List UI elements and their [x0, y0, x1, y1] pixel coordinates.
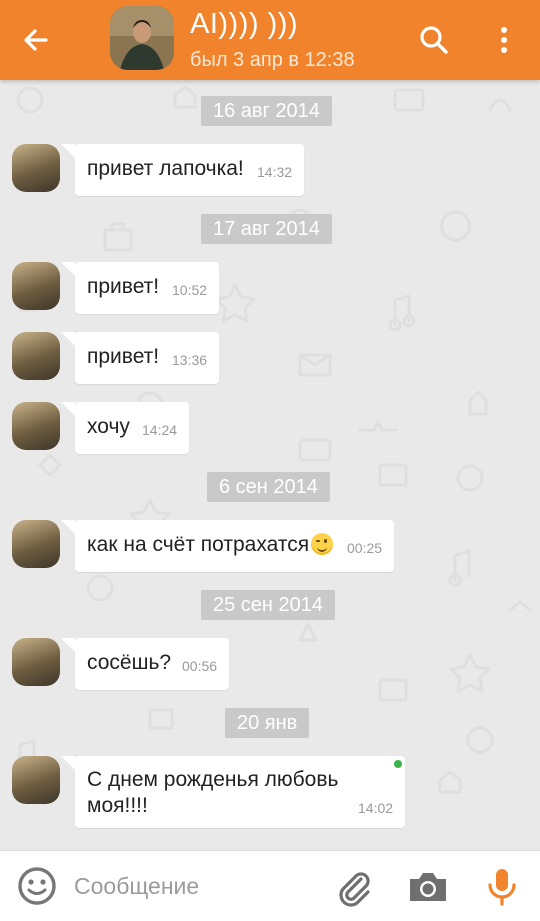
- attach-button[interactable]: [334, 867, 374, 907]
- contact-last-seen: был 3 апр в 12:38: [190, 49, 355, 71]
- microphone-icon: [488, 869, 516, 906]
- message-list[interactable]: 16 авг 2014 привет лапочка! 14:32 17 авг…: [0, 80, 540, 850]
- search-button[interactable]: [412, 18, 456, 62]
- message-avatar[interactable]: [12, 332, 60, 380]
- message-time: 10:52: [172, 282, 208, 298]
- online-indicator: [394, 760, 402, 768]
- message-text: привет лапочка!: [87, 157, 244, 180]
- contact-avatar[interactable]: [110, 6, 174, 70]
- message-text-wrap: как на счёт потрахатся: [87, 533, 334, 557]
- more-options-button[interactable]: [482, 18, 526, 62]
- message-text: моя!!!!: [87, 794, 148, 817]
- message-avatar[interactable]: [12, 520, 60, 568]
- message-time: 00:25: [347, 540, 383, 556]
- message-text: С днем рожденья любовь: [87, 768, 339, 791]
- winking-face-emoji: [311, 533, 334, 555]
- message-bubble[interactable]: привет! 13:36: [61, 332, 219, 384]
- message-avatar[interactable]: [12, 638, 60, 686]
- emoji-button[interactable]: [16, 865, 58, 907]
- message-text: сосёшь?: [87, 651, 172, 674]
- search-icon: [420, 26, 448, 54]
- camera-icon: [410, 873, 446, 901]
- message-bubble[interactable]: С днем рожденья любовь моя!!!! 14:02: [61, 756, 405, 828]
- date-separator: 20 янв: [225, 708, 310, 738]
- message-avatar[interactable]: [12, 144, 60, 192]
- message-composer: [0, 850, 540, 921]
- back-button[interactable]: [14, 18, 58, 62]
- date-separator: 6 сен 2014: [207, 472, 330, 502]
- message-time: 14:02: [358, 800, 394, 816]
- message-avatar[interactable]: [12, 402, 60, 450]
- message-bubble[interactable]: как на счёт потрахатся 00:25: [61, 520, 394, 572]
- message-time: 14:32: [257, 164, 293, 180]
- message-text: хочу: [87, 415, 130, 438]
- message-bubble[interactable]: привет! 10:52: [61, 262, 219, 314]
- contact-photo: [110, 6, 174, 70]
- message-avatar[interactable]: [12, 262, 60, 310]
- message-time: 00:56: [182, 658, 218, 674]
- arrow-left-icon: [24, 29, 48, 51]
- date-separator: 16 авг 2014: [201, 96, 332, 126]
- message-bubble[interactable]: привет лапочка! 14:32: [61, 144, 304, 196]
- chat-header: AI)))) ))) был 3 апр в 12:38: [0, 0, 540, 80]
- message-time: 13:36: [172, 352, 208, 368]
- contact-name[interactable]: AI)))) ))): [190, 8, 298, 41]
- message-avatar[interactable]: [12, 756, 60, 804]
- message-time: 14:24: [142, 422, 178, 438]
- smile-icon: [18, 867, 56, 905]
- message-text: привет!: [87, 345, 160, 368]
- date-separator: 17 авг 2014: [201, 214, 332, 244]
- message-text: привет!: [87, 275, 160, 298]
- camera-button[interactable]: [406, 867, 450, 907]
- message-bubble[interactable]: сосёшь? 00:56: [61, 638, 229, 690]
- message-bubble[interactable]: хочу 14:24: [61, 402, 189, 454]
- microphone-button[interactable]: [482, 865, 522, 909]
- paperclip-icon: [339, 872, 370, 907]
- more-vertical-icon: [501, 27, 507, 53]
- date-separator: 25 сен 2014: [201, 590, 336, 620]
- message-input[interactable]: [74, 869, 324, 903]
- message-text: как на счёт потрахатся: [87, 533, 310, 556]
